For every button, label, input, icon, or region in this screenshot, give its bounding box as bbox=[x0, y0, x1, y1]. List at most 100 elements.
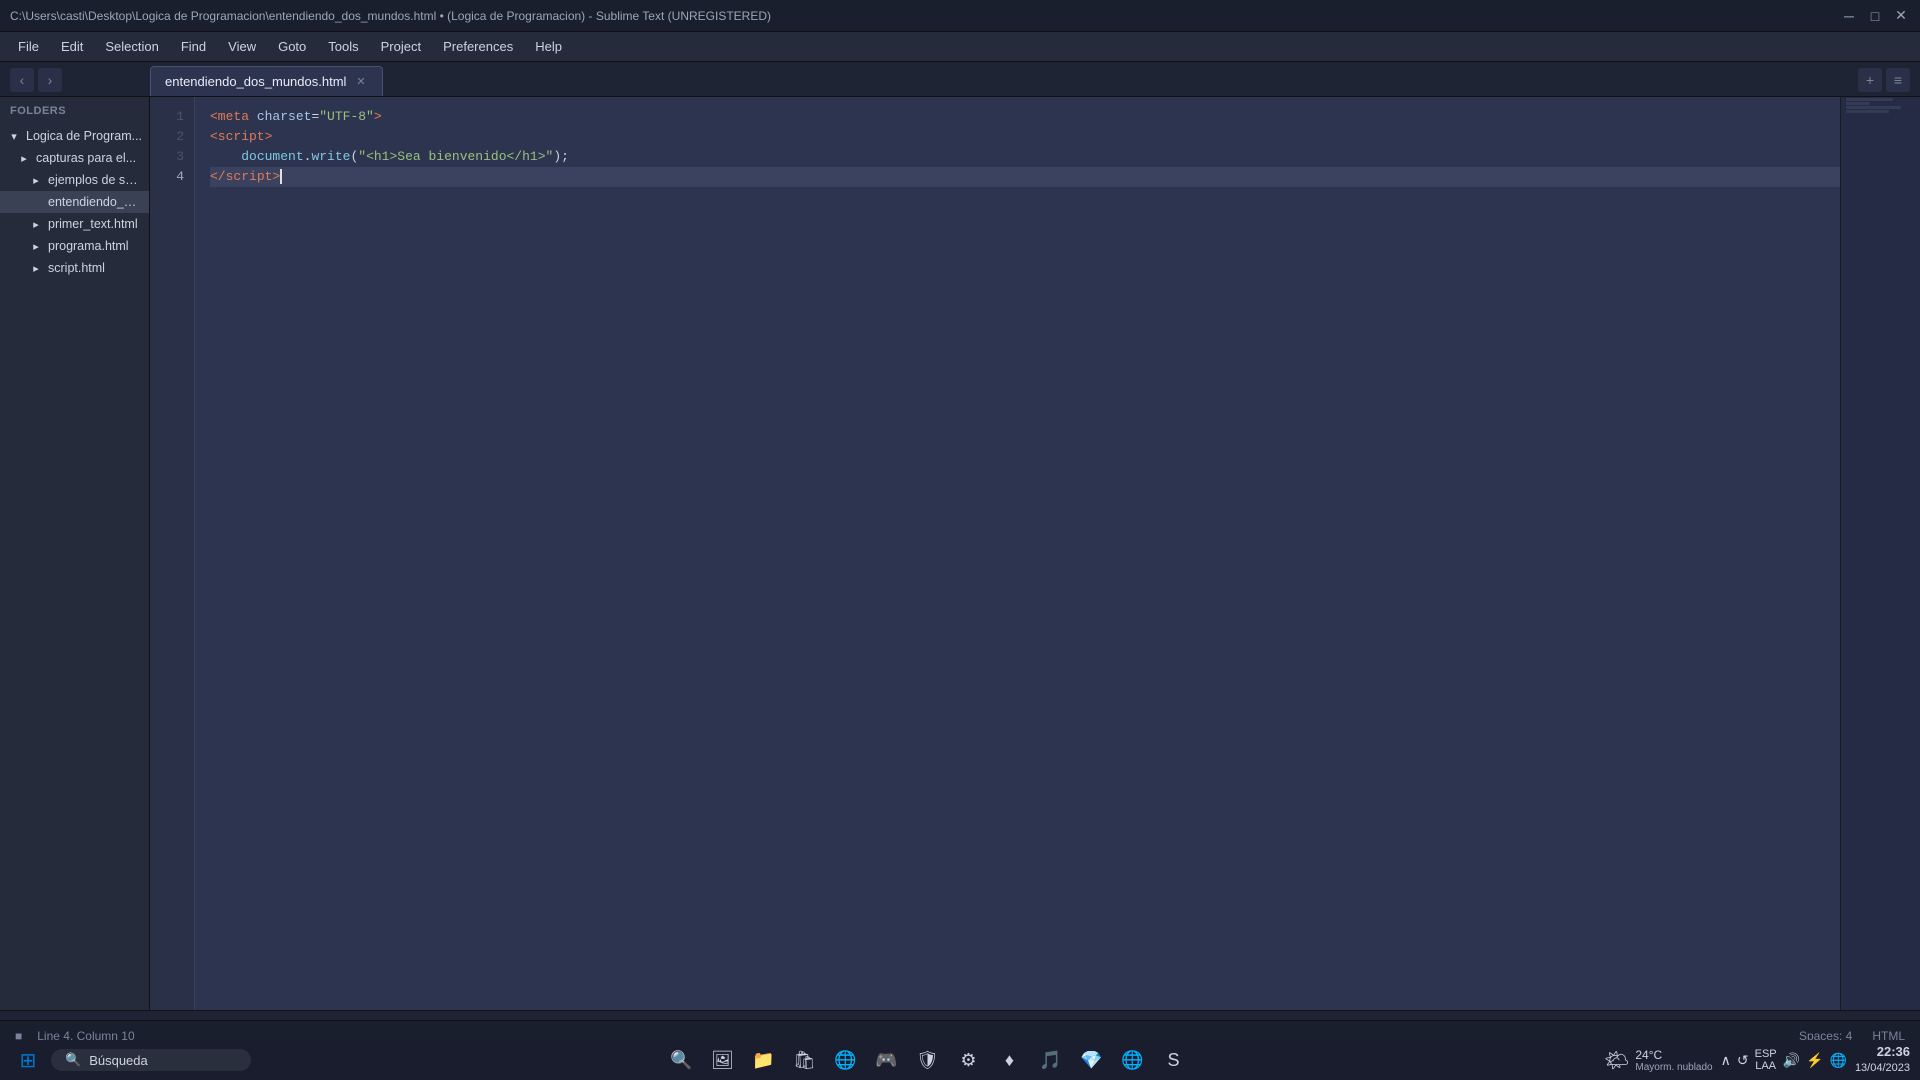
folder-arrow-icon: ▸ bbox=[16, 150, 32, 166]
tab-bar: ‹ › entendiendo_dos_mundos.html ✕ + ≡ bbox=[0, 62, 1920, 97]
tab-right-controls: + ≡ bbox=[1848, 62, 1920, 97]
sidebar-item-label: programa.html bbox=[48, 239, 129, 253]
menu-item-view[interactable]: View bbox=[218, 35, 266, 58]
syntax-token: script bbox=[226, 169, 273, 184]
menu-item-file[interactable]: File bbox=[8, 35, 49, 58]
tray-rotate-icon[interactable]: ↺ bbox=[1737, 1052, 1749, 1069]
horizontal-scrollbar[interactable] bbox=[0, 1010, 1920, 1020]
taskbar-app-app1[interactable]: ⚙ bbox=[950, 1042, 986, 1078]
tray-power[interactable]: ⚡ bbox=[1806, 1052, 1823, 1069]
tab-label: entendiendo_dos_mundos.html bbox=[165, 74, 346, 89]
minimap bbox=[1840, 97, 1920, 1010]
minimize-button[interactable]: ─ bbox=[1840, 7, 1858, 25]
editor[interactable]: 1234 <meta charset="UTF-8"><script> docu… bbox=[150, 97, 1920, 1010]
taskbar-app-store[interactable]: 🛍 bbox=[786, 1042, 822, 1078]
menu-item-tools[interactable]: Tools bbox=[318, 35, 368, 58]
text-cursor bbox=[280, 169, 282, 184]
sidebar-item[interactable]: ▸ primer_text.html bbox=[0, 213, 149, 235]
menu-item-selection[interactable]: Selection bbox=[95, 35, 168, 58]
maximize-button[interactable]: □ bbox=[1866, 7, 1884, 25]
menu-item-help[interactable]: Help bbox=[525, 35, 572, 58]
sidebar-item-label: primer_text.html bbox=[48, 217, 138, 231]
line-number: 1 bbox=[150, 107, 194, 127]
code-line: <meta charset="UTF-8"> bbox=[210, 107, 1840, 127]
folder-arrow-icon: ▸ bbox=[28, 172, 44, 188]
taskbar-app-app4[interactable]: 💎 bbox=[1073, 1042, 1109, 1078]
tray-network[interactable]: 🌐 bbox=[1830, 1052, 1847, 1069]
sidebar: FOLDERS ▾Logica de Program...▸capturas p… bbox=[0, 97, 150, 1010]
sidebar-item-label: Logica de Program... bbox=[26, 129, 142, 143]
sidebar-tree: ▾Logica de Program...▸capturas para el..… bbox=[0, 125, 149, 279]
line-number: 3 bbox=[150, 147, 194, 167]
close-button[interactable]: ✕ bbox=[1892, 7, 1910, 25]
weather-info: 24°C Mayorm. nublado bbox=[1635, 1048, 1712, 1073]
tabs-container: entendiendo_dos_mundos.html ✕ bbox=[150, 66, 383, 96]
sidebar-item[interactable]: ▸capturas para el... bbox=[0, 147, 149, 169]
folder-arrow-icon: ▸ bbox=[28, 216, 44, 232]
folder-arrow-icon: ▸ bbox=[28, 238, 44, 254]
syntax-token: > bbox=[265, 129, 273, 144]
taskbar-app-xbox[interactable]: 🎮 bbox=[868, 1042, 904, 1078]
taskbar-app-app3[interactable]: 🎵 bbox=[1032, 1042, 1068, 1078]
sidebar-item[interactable]: entendiendo_do... bbox=[0, 191, 149, 213]
taskbar-app-sublime[interactable]: S bbox=[1155, 1042, 1191, 1078]
syntax-token: > bbox=[272, 169, 280, 184]
tray-volume[interactable]: 🔊 bbox=[1783, 1052, 1800, 1069]
taskbar-app-search[interactable]: 🔍 bbox=[663, 1042, 699, 1078]
taskbar-app-chrome[interactable]: 🌐 bbox=[1114, 1042, 1150, 1078]
windows-start-button[interactable]: ⊞ bbox=[10, 1042, 46, 1078]
clock[interactable]: 22:36 13/04/2023 bbox=[1855, 1044, 1910, 1075]
syntax-token: "UTF-8" bbox=[319, 109, 374, 124]
menu-item-preferences[interactable]: Preferences bbox=[433, 35, 523, 58]
new-tab-button[interactable]: + bbox=[1858, 68, 1882, 92]
search-icon: 🔍 bbox=[65, 1052, 81, 1068]
weather-widget[interactable]: 🌤 24°C Mayorm. nublado bbox=[1604, 1048, 1713, 1073]
tab-navigation: ‹ › bbox=[0, 62, 150, 97]
weather-desc: Mayorm. nublado bbox=[1635, 1062, 1712, 1073]
tray-chevron[interactable]: ∧ bbox=[1721, 1052, 1731, 1069]
menu-item-goto[interactable]: Goto bbox=[268, 35, 316, 58]
sidebar-item[interactable]: ▸ejemplos de scri... bbox=[0, 169, 149, 191]
tab-entendiendo[interactable]: entendiendo_dos_mundos.html ✕ bbox=[150, 66, 383, 96]
sidebar-item[interactable]: ▾Logica de Program... bbox=[0, 125, 149, 147]
taskbar-search[interactable]: 🔍 Búsqueda bbox=[51, 1049, 251, 1071]
taskbar-app-edge[interactable]: 🌐 bbox=[827, 1042, 863, 1078]
title-bar: C:\Users\casti\Desktop\Logica de Program… bbox=[0, 0, 1920, 32]
syntax-token: ); bbox=[553, 149, 569, 164]
taskbar-app-files[interactable]: 📁 bbox=[745, 1042, 781, 1078]
syntax-token: charset bbox=[249, 109, 311, 124]
tab-back-button[interactable]: ‹ bbox=[10, 68, 34, 92]
sidebar-item[interactable]: ▸ programa.html bbox=[0, 235, 149, 257]
weather-temp: 24°C bbox=[1635, 1048, 1712, 1062]
menu-item-find[interactable]: Find bbox=[171, 35, 216, 58]
syntax-token: > bbox=[374, 109, 382, 124]
clock-date: 13/04/2023 bbox=[1855, 1061, 1910, 1075]
syntax-token bbox=[210, 149, 241, 164]
window-controls: ─ □ ✕ bbox=[1840, 7, 1910, 25]
tray-lang[interactable]: ESP LAA bbox=[1755, 1048, 1777, 1072]
taskbar-app-mcafee[interactable]: 🛡 bbox=[909, 1042, 945, 1078]
sidebar-item-label: entendiendo_do... bbox=[48, 195, 143, 209]
line-number: 2 bbox=[150, 127, 194, 147]
sidebar-header: FOLDERS bbox=[0, 97, 149, 125]
code-area[interactable]: <meta charset="UTF-8"><script> document.… bbox=[195, 97, 1840, 1010]
weather-icon: 🌤 bbox=[1604, 1048, 1629, 1073]
tab-forward-button[interactable]: › bbox=[38, 68, 62, 92]
taskbar-app-landscape[interactable]: 🖼 bbox=[704, 1042, 740, 1078]
folder-arrow-icon: ▸ bbox=[28, 260, 44, 276]
line-numbers: 1234 bbox=[150, 97, 195, 1010]
menu-item-project[interactable]: Project bbox=[371, 35, 431, 58]
menu-item-edit[interactable]: Edit bbox=[51, 35, 93, 58]
code-line: <script> bbox=[210, 127, 1840, 147]
code-line: document.write("<h1>Sea bienvenido</h1>"… bbox=[210, 147, 1840, 167]
sidebar-item[interactable]: ▸script.html bbox=[0, 257, 149, 279]
syntax-token: <meta bbox=[210, 109, 249, 124]
system-tray: ∧ ↺ ESP LAA 🔊 ⚡ 🌐 bbox=[1721, 1048, 1847, 1072]
syntax-token: </ bbox=[210, 169, 226, 184]
syntax-token: "<h1>Sea bienvenido</h1>" bbox=[358, 149, 553, 164]
syntax-token: write bbox=[311, 149, 350, 164]
taskbar: ⊞ 🔍 Búsqueda 🔍🖼📁🛍🌐🎮🛡⚙♦🎵💎🌐S 🌤 24°C Mayorm… bbox=[0, 1040, 1920, 1080]
tab-close-button[interactable]: ✕ bbox=[354, 75, 367, 88]
tab-list-button[interactable]: ≡ bbox=[1886, 68, 1910, 92]
taskbar-app-app2[interactable]: ♦ bbox=[991, 1042, 1027, 1078]
